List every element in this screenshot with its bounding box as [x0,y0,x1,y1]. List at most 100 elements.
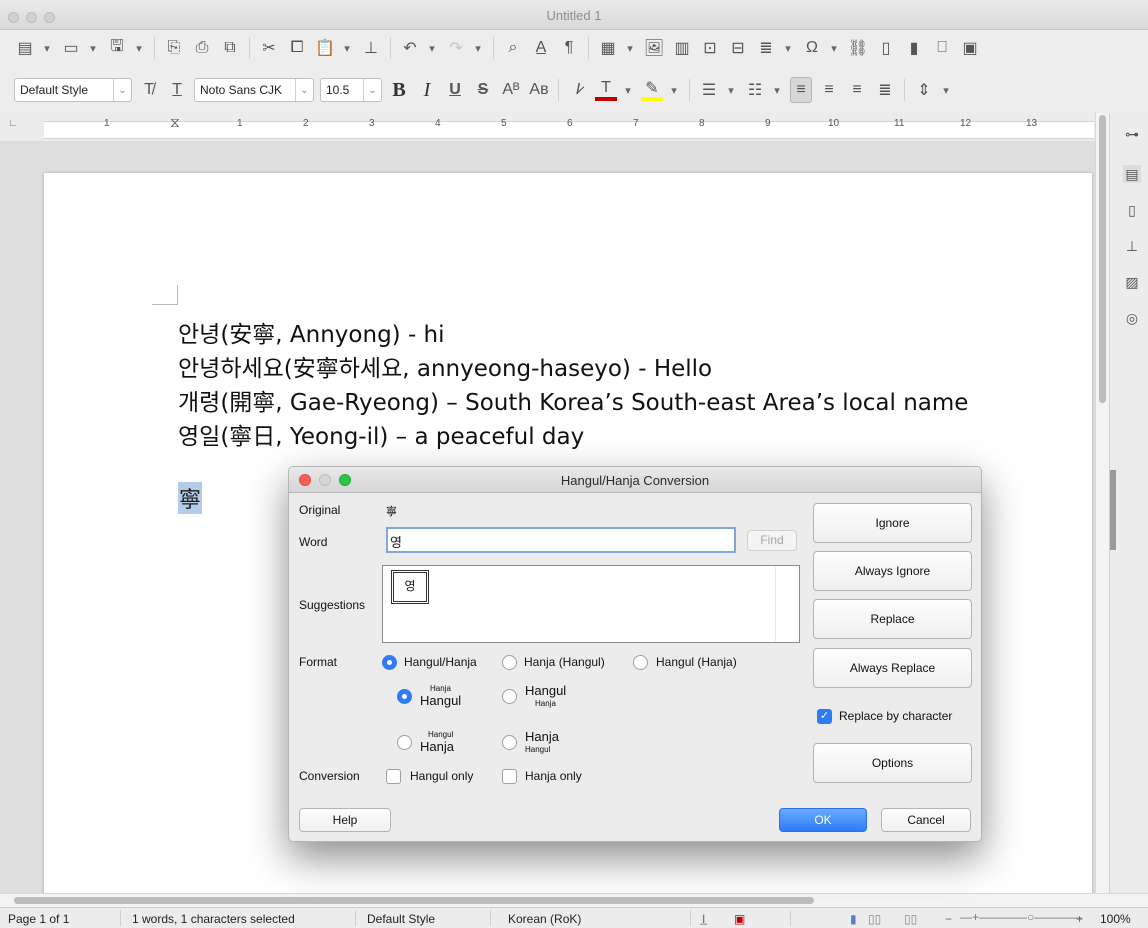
chevron-down-icon[interactable]: ▾ [941,77,951,103]
selected-text[interactable]: 寧 [178,482,203,514]
document-modified-icon[interactable]: ▣ [734,912,745,926]
replace-by-character-label[interactable]: Replace by character [839,709,952,723]
print-icon[interactable]: ⎙ [191,35,213,61]
clear-formatting-icon[interactable]: I̷ [567,77,589,103]
font-color-icon[interactable]: T [595,79,617,101]
vertical-scrollbar[interactable] [1095,113,1109,893]
suggestions-list[interactable]: 영 [382,565,800,643]
italic-icon[interactable]: I [416,77,438,103]
strikethrough-icon[interactable]: S [472,77,494,103]
zoom-slider[interactable]: —+————○———— [960,910,1082,924]
numbered-list-icon[interactable]: ☷ [744,77,766,103]
chevron-down-icon[interactable]: ▾ [772,77,782,103]
always-ignore-button[interactable]: Always Ignore [813,551,972,591]
gallery-icon[interactable]: ▨ [1123,273,1141,291]
format-option-label[interactable]: Hanja (Hangul) [524,655,605,669]
chevron-down-icon[interactable]: ▾ [88,35,98,61]
page-style[interactable]: Default Style [367,912,435,926]
insert-textbox-icon[interactable]: ⊡ [699,35,721,61]
insert-image-icon[interactable]: 🖼 [643,35,665,61]
vertical-scroll-thumb[interactable] [1099,115,1106,403]
suggestion-item[interactable]: 영 [391,570,429,604]
format-hanja-hangul-radio[interactable] [502,655,517,670]
insert-page-break-icon[interactable]: ⊟ [727,35,749,61]
tab-stop-icon[interactable]: ∟ [8,118,18,129]
insert-bookmark-icon[interactable]: ⎕ [931,35,953,61]
copy-icon[interactable]: ⧠ [286,35,308,61]
text-language[interactable]: Korean (RoK) [508,912,581,926]
justify-icon[interactable]: ≣ [874,77,896,103]
styles-icon[interactable]: ⊥ [1123,237,1141,255]
ruby-hanja-below-radio[interactable] [502,689,517,704]
insert-footnote-icon[interactable]: ▯ [875,35,897,61]
new-document-icon[interactable]: ▤ [14,35,36,61]
undo-icon[interactable]: ↶ [399,35,421,61]
chevron-down-icon[interactable]: ▾ [783,35,793,61]
chevron-down-icon[interactable]: ⌄ [113,79,131,101]
insert-hyperlink-icon[interactable]: ⛓ [847,35,869,61]
replace-by-character-checkbox[interactable]: ✓ [817,709,832,724]
update-style-icon[interactable]: T̸ [138,77,160,103]
chevron-down-icon[interactable]: ▾ [623,77,633,103]
indent-marker-icon[interactable]: ⧖ [170,114,180,131]
zoom-level[interactable]: 100% [1100,912,1131,926]
navigator-icon[interactable]: ◎ [1123,309,1141,327]
bold-icon[interactable]: B [388,77,410,103]
chevron-down-icon[interactable]: ▾ [829,35,839,61]
document-line[interactable]: 영일(寧日, Yeong-il) – a peaceful day [178,417,584,451]
highlight-color-icon[interactable]: ✎ [641,79,663,101]
hangul-only-checkbox[interactable] [386,769,401,784]
chevron-down-icon[interactable]: ▾ [669,77,679,103]
horizontal-ruler[interactable]: ∟ 1 ⧖ 1 2 3 4 5 6 7 8 9 10 11 12 13 [0,113,1095,141]
hanja-only-label[interactable]: Hanja only [525,769,582,783]
sidebar-menu-icon[interactable]: ⊶ [1123,125,1141,143]
always-replace-button[interactable]: Always Replace [813,648,972,688]
multi-page-view-icon[interactable]: ▯▯ [868,912,881,926]
export-pdf-icon[interactable]: ⎘ [163,35,185,61]
chevron-down-icon[interactable]: ▾ [726,77,736,103]
chevron-down-icon[interactable]: ▾ [625,35,635,61]
font-name-combo[interactable]: Noto Sans CJK ⌄ [194,78,314,102]
insert-chart-icon[interactable]: ▥ [671,35,693,61]
paragraph-style-combo[interactable]: Default Style ⌄ [14,78,132,102]
format-hangul-hanja-radio[interactable] [382,655,397,670]
chevron-down-icon[interactable]: ⌄ [363,79,381,101]
insert-endnote-icon[interactable]: ▮ [903,35,925,61]
cut-icon[interactable]: ✂ [258,35,280,61]
align-right-icon[interactable]: ≡ [846,77,868,103]
chevron-down-icon[interactable]: ⌄ [295,79,313,101]
word-input[interactable]: 영 [386,527,736,553]
chevron-down-icon[interactable]: ▾ [342,35,352,61]
sidebar-collapse-handle[interactable] [1110,470,1116,550]
properties-icon[interactable]: ▤ [1123,165,1141,183]
chevron-down-icon[interactable]: ▾ [473,35,483,61]
save-icon[interactable]: 🖫 [106,35,128,61]
chevron-down-icon[interactable]: ▾ [42,35,52,61]
insert-field-icon[interactable]: ≣ [755,35,777,61]
font-size-combo[interactable]: 10.5 ⌄ [320,78,382,102]
subscript-icon[interactable]: Aʙ [528,77,550,103]
document-line[interactable]: 안녕하세요(安寧하세요, annyeong-haseyo) - Hello [178,349,712,383]
redo-icon[interactable]: ↷ [445,35,467,61]
document-line[interactable]: 개령(開寧, Gae-Ryeong) – South Korea’s South… [178,383,968,417]
chevron-down-icon[interactable]: ▾ [427,35,437,61]
ruby-hangul-above-radio[interactable] [397,735,412,750]
book-view-icon[interactable]: ▯▯ [904,912,917,926]
zoom-out-icon[interactable]: − [945,912,952,926]
formatting-marks-icon[interactable]: ¶ [558,35,580,61]
bullet-list-icon[interactable]: ☰ [698,77,720,103]
hangul-only-label[interactable]: Hangul only [410,769,473,783]
page-icon[interactable]: ▯ [1123,201,1141,219]
word-count[interactable]: 1 words, 1 characters selected [132,912,295,926]
chevron-down-icon[interactable]: ▾ [134,35,144,61]
format-hangul-hanja-paren-radio[interactable] [633,655,648,670]
line-spacing-icon[interactable]: ⇕ [913,77,935,103]
ruby-hanja-above-radio[interactable] [397,689,412,704]
open-folder-icon[interactable]: ▭ [60,35,82,61]
format-option-label[interactable]: Hangul/Hanja [404,655,477,669]
special-character-icon[interactable]: Ω [801,35,823,61]
insert-cross-reference-icon[interactable]: ▣ [959,35,981,61]
new-style-icon[interactable]: T̲ [166,77,188,103]
underline-icon[interactable]: U [444,77,466,103]
single-page-view-icon[interactable]: ▮ [850,912,857,926]
